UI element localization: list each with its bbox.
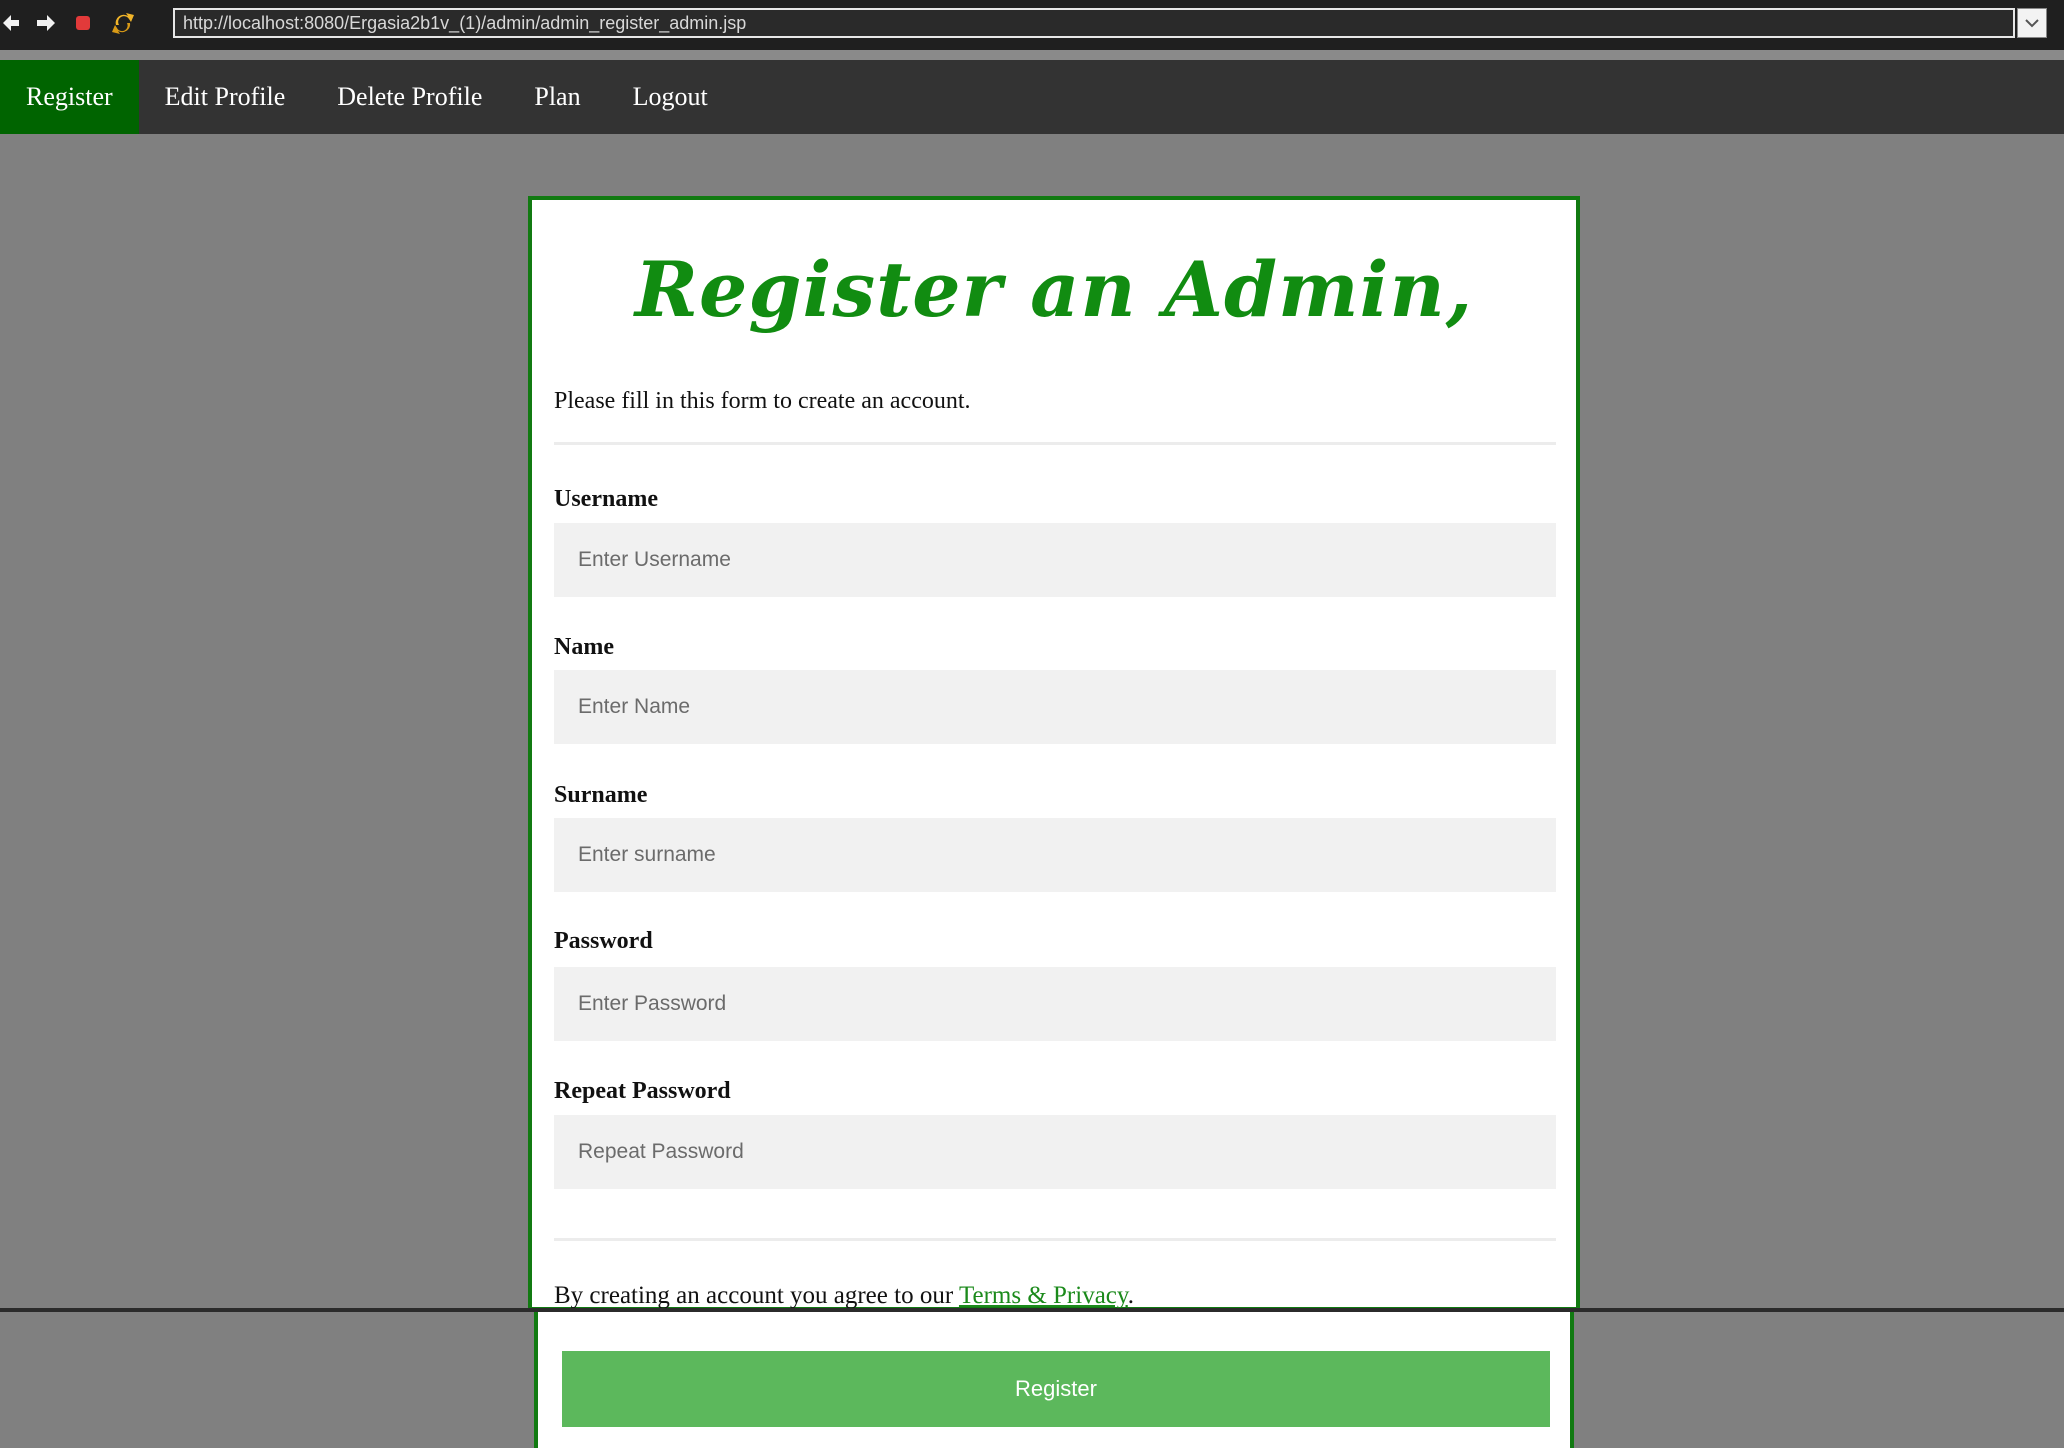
terms-text: By creating an account you agree to our … [554, 1282, 1134, 1310]
username-label: Username [554, 486, 658, 512]
address-bar[interactable]: http://localhost:8080/Ergasia2b1v_(1)/ad… [173, 8, 2015, 38]
nav-item-register[interactable]: Register [0, 60, 139, 134]
page-title: Register an Admin, [634, 245, 1474, 334]
repeat-password-label: Repeat Password [554, 1078, 731, 1104]
toolbar-divider [0, 50, 2064, 60]
password-label: Password [554, 928, 653, 954]
register-button[interactable]: Register [562, 1351, 1550, 1427]
stop-icon[interactable] [72, 10, 94, 36]
terms-prefix: By creating an account you agree to our [554, 1282, 959, 1309]
repeat-password-input[interactable] [554, 1115, 1556, 1189]
surname-input[interactable] [554, 818, 1556, 892]
form-intro-text: Please fill in this form to create an ac… [554, 388, 971, 414]
password-input[interactable] [554, 967, 1556, 1041]
form-footer-card: Register [534, 1312, 1574, 1448]
forward-arrow-icon[interactable] [34, 10, 58, 36]
nav-item-plan[interactable]: Plan [508, 60, 606, 134]
chevron-down-icon[interactable] [2017, 8, 2047, 38]
refresh-icon[interactable] [108, 10, 138, 36]
divider [554, 1238, 1556, 1241]
terms-privacy-link[interactable]: Terms & Privacy [959, 1282, 1128, 1309]
nav-item-delete-profile[interactable]: Delete Profile [311, 60, 508, 134]
username-input[interactable] [554, 523, 1556, 597]
surname-label: Surname [554, 782, 648, 808]
nav-item-edit-profile[interactable]: Edit Profile [139, 60, 312, 134]
nav-item-logout[interactable]: Logout [607, 60, 734, 134]
terms-suffix: . [1127, 1282, 1135, 1309]
back-arrow-icon[interactable] [0, 10, 22, 36]
top-nav: Register Edit Profile Delete Profile Pla… [0, 60, 2064, 134]
divider [554, 442, 1556, 445]
name-label: Name [554, 634, 614, 660]
register-form-card: Register an Admin, Please fill in this f… [528, 196, 1580, 1311]
name-input[interactable] [554, 670, 1556, 744]
